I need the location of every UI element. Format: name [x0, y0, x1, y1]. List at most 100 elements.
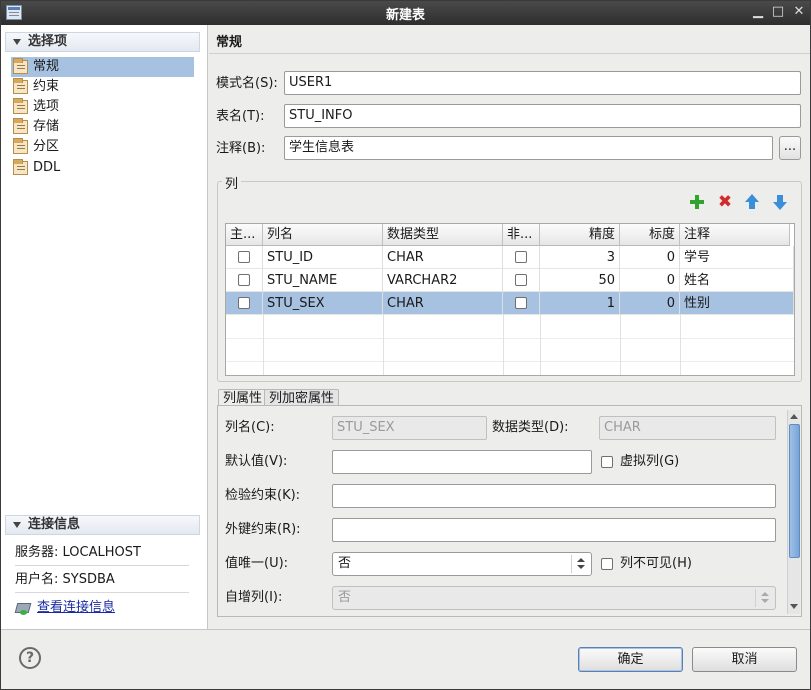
not-null-cell[interactable]	[503, 269, 540, 292]
data-type-cell[interactable]: CHAR	[383, 246, 503, 269]
scale-cell[interactable]: 0	[620, 246, 680, 269]
nav-item-label: DDL	[33, 160, 61, 175]
header-primary-key[interactable]: 主...	[226, 224, 263, 246]
cancel-button[interactable]: 取消	[692, 647, 797, 672]
scroll-down-icon[interactable]	[790, 604, 798, 609]
dialog-window: 新建表 ▁ □ ✕ 选择项 常规 约束 选项 存储 分区 DDL 连接信息 服务…	[0, 0, 811, 690]
nav-item-constraints[interactable]: 约束	[11, 77, 194, 97]
connection-icon	[15, 601, 31, 615]
header-comment[interactable]: 注释	[680, 224, 790, 246]
delete-column-icon[interactable]: ✖	[716, 193, 734, 211]
column-name-cell[interactable]: STU_ID	[263, 246, 383, 269]
not-null-cell[interactable]	[503, 246, 540, 269]
prop-colname-input: STU_SEX	[332, 416, 487, 440]
header-not-null[interactable]: 非...	[503, 224, 540, 246]
table-row[interactable]: STU_SEX CHAR 1 0 性别	[226, 292, 794, 315]
folder-icon	[13, 98, 28, 114]
data-type-cell[interactable]: VARCHAR2	[383, 269, 503, 292]
nav-item-storage[interactable]: 存储	[11, 117, 194, 137]
help-icon[interactable]: ?	[19, 647, 41, 669]
scale-cell[interactable]: 0	[620, 292, 680, 315]
schema-input[interactable]: USER1	[284, 71, 801, 95]
not-null-checkbox[interactable]	[515, 274, 527, 286]
header-precision[interactable]: 精度	[540, 224, 620, 246]
server-info: 服务器: LOCALHOST	[15, 540, 189, 566]
schema-label: 模式名(S):	[216, 76, 278, 91]
close-icon[interactable]: ✕	[791, 4, 807, 20]
table-app-icon	[6, 5, 22, 20]
scale-cell[interactable]: 0	[620, 269, 680, 292]
unique-select-value: 否	[338, 556, 352, 571]
table-row[interactable]: STU_NAME VARCHAR2 50 0 姓名	[226, 269, 794, 292]
not-null-checkbox[interactable]	[515, 251, 527, 263]
nav-item-label: 常规	[33, 59, 60, 74]
column-name-cell[interactable]: STU_NAME	[263, 269, 383, 292]
virtual-column-label[interactable]: 虚拟列(G)	[620, 453, 679, 471]
options-section-header[interactable]: 选择项	[5, 32, 200, 52]
invisible-column-label[interactable]: 列不可见(H)	[620, 555, 692, 573]
header-scale[interactable]: 标度	[620, 224, 680, 246]
prop-check-input[interactable]	[332, 484, 776, 508]
pk-checkbox[interactable]	[238, 297, 250, 309]
maximize-icon[interactable]: □	[770, 4, 786, 20]
grid-line	[680, 315, 681, 375]
grid-line	[263, 315, 264, 375]
precision-cell[interactable]: 3	[540, 246, 620, 269]
grid-line	[503, 315, 504, 375]
not-null-cell[interactable]	[503, 292, 540, 315]
connection-section-header[interactable]: 连接信息	[5, 515, 200, 535]
comment-cell[interactable]: 姓名	[680, 269, 794, 292]
invisible-column-checkbox[interactable]	[601, 558, 613, 570]
precision-cell[interactable]: 1	[540, 292, 620, 315]
pk-checkbox[interactable]	[238, 251, 250, 263]
move-down-icon[interactable]	[771, 193, 789, 211]
nav-item-options[interactable]: 选项	[11, 97, 194, 117]
folder-icon	[13, 58, 28, 74]
move-up-icon[interactable]	[743, 193, 761, 211]
pk-checkbox[interactable]	[238, 274, 250, 286]
nav-item-general[interactable]: 常规	[11, 57, 194, 77]
folder-icon	[13, 159, 28, 175]
page-title: 常规	[216, 35, 243, 50]
window-title: 新建表	[385, 7, 425, 23]
prop-fk-input[interactable]	[332, 518, 776, 542]
grid-line	[226, 338, 794, 339]
nav-item-label: 分区	[33, 139, 60, 154]
comment-edit-button[interactable]: ...	[779, 136, 801, 160]
data-type-cell[interactable]: CHAR	[383, 292, 503, 315]
pk-cell[interactable]	[226, 269, 263, 292]
scroll-up-icon[interactable]	[790, 414, 798, 419]
minimize-icon[interactable]: ▁	[750, 4, 766, 20]
comment-cell[interactable]: 性别	[680, 292, 794, 315]
identity-select-value: 否	[338, 590, 352, 605]
prop-identity-label: 自增列(I):	[225, 590, 283, 605]
comment-input[interactable]: 学生信息表	[284, 136, 773, 160]
table-row[interactable]: STU_ID CHAR 3 0 学号	[226, 246, 794, 269]
scrollbar-thumb[interactable]	[789, 424, 800, 558]
precision-cell[interactable]: 50	[540, 269, 620, 292]
column-name-cell[interactable]: STU_SEX	[263, 292, 383, 315]
unique-select[interactable]: 否	[332, 552, 592, 576]
chevron-updown-icon	[571, 555, 589, 573]
comment-label: 注释(B):	[216, 141, 266, 156]
header-data-type[interactable]: 数据类型	[383, 224, 503, 246]
nav-item-label: 选项	[33, 99, 60, 114]
header-column-name[interactable]: 列名	[263, 224, 383, 246]
prop-default-label: 默认值(V):	[225, 454, 288, 469]
pk-cell[interactable]	[226, 292, 263, 315]
chevron-updown-icon	[755, 589, 773, 607]
prop-default-input[interactable]	[332, 450, 592, 474]
properties-scrollbar[interactable]	[787, 410, 800, 614]
not-null-checkbox[interactable]	[515, 297, 527, 309]
table-name-input[interactable]: STU_INFO	[284, 104, 801, 128]
prop-colname-label: 列名(C):	[225, 420, 275, 435]
comment-cell[interactable]: 学号	[680, 246, 794, 269]
add-column-icon[interactable]	[688, 193, 706, 211]
divider	[209, 53, 810, 54]
view-connection-link[interactable]: 查看连接信息	[15, 598, 115, 618]
ok-button[interactable]: 确定	[578, 647, 683, 672]
nav-item-partition[interactable]: 分区	[11, 137, 194, 157]
virtual-column-checkbox[interactable]	[601, 456, 613, 468]
pk-cell[interactable]	[226, 246, 263, 269]
nav-item-ddl[interactable]: DDL	[11, 158, 194, 178]
